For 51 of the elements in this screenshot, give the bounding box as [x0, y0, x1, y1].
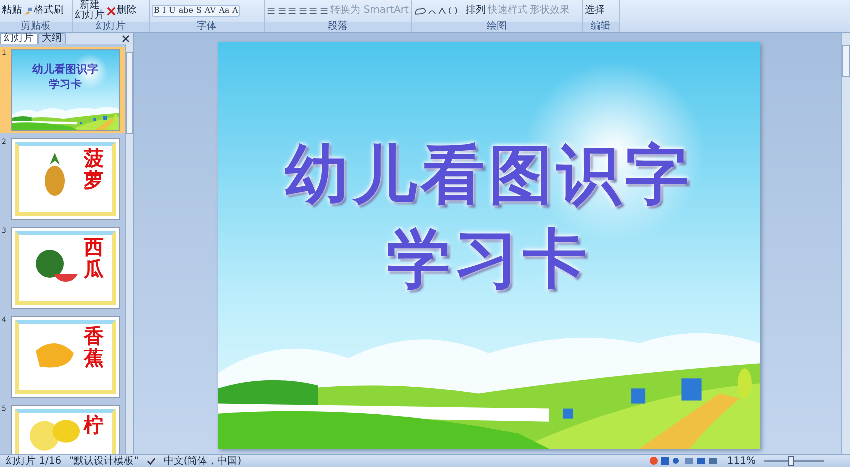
scrollbar[interactable]	[841, 33, 850, 454]
select-button[interactable]: 选择	[585, 6, 605, 16]
fruit-name: 菠萝	[84, 147, 104, 191]
fruit-name: 西瓜	[84, 236, 104, 280]
font-format-button[interactable]: A	[232, 6, 240, 16]
delete-icon	[107, 6, 116, 16]
thumbnail-title: 学习卡	[49, 79, 82, 91]
align-icon[interactable]	[320, 5, 329, 17]
slide-title: 学习卡	[387, 221, 591, 299]
slide-thumbnail[interactable]: 菠萝	[11, 138, 120, 220]
ime-toolbar-icon[interactable]	[649, 456, 720, 466]
align-icon[interactable]	[309, 5, 318, 17]
slide-count: 幻灯片 1/16	[6, 456, 62, 466]
align-icon[interactable]	[288, 5, 297, 17]
thumbnail-title: 幼儿看图识字	[32, 64, 98, 76]
group-label: 编辑	[583, 22, 619, 32]
brush-icon	[24, 6, 33, 16]
font-format-button[interactable]: U	[168, 6, 177, 16]
check-icon	[146, 456, 156, 466]
align-icon[interactable]	[278, 5, 286, 17]
slide-thumbnail[interactable]: 西瓜	[11, 227, 120, 309]
slide-thumbnail[interactable]: 香蕉	[11, 316, 120, 398]
format-painter-button[interactable]: 格式刷	[24, 6, 64, 16]
fruit-name: 柠	[84, 414, 104, 436]
slide-thumbnail[interactable]: 幼儿看图识字 学习卡	[11, 49, 120, 131]
scrollbar[interactable]	[125, 44, 133, 454]
panel-tab[interactable]: 大纲	[38, 33, 66, 44]
drawing-tool-button[interactable]: 排列	[466, 6, 486, 16]
fruit-name: 香蕉	[84, 325, 104, 369]
paste-button[interactable]: 粘贴	[2, 6, 22, 16]
group-label: 段落	[265, 22, 411, 32]
font-format-button[interactable]: Aa	[218, 6, 231, 16]
group-label: 幻灯片	[73, 22, 149, 32]
panel-tab[interactable]: 幻灯片	[0, 33, 38, 44]
font-format-button[interactable]: I	[162, 6, 168, 16]
align-icon[interactable]	[267, 5, 276, 17]
font-format-button[interactable]: AV	[204, 6, 218, 16]
align-icon[interactable]	[298, 5, 308, 17]
font-format-button[interactable]: B	[153, 6, 161, 16]
font-format-button[interactable]: abe	[178, 6, 194, 16]
close-icon[interactable]	[122, 35, 130, 43]
group-label: 剪贴板	[0, 22, 72, 32]
template-name: "默认设计模板"	[70, 456, 139, 466]
font-format-button[interactable]: S	[195, 6, 203, 16]
group-label: 字体	[150, 22, 264, 32]
slide-title: 幼儿看图识字	[285, 137, 693, 215]
zoom-percent: 111%	[727, 456, 756, 466]
delete-button[interactable]: 删除	[107, 6, 137, 16]
group-label: 绘图	[412, 22, 582, 32]
language: 中文(简体，中国)	[164, 456, 242, 466]
slide-thumbnail[interactable]: 柠	[11, 405, 120, 454]
